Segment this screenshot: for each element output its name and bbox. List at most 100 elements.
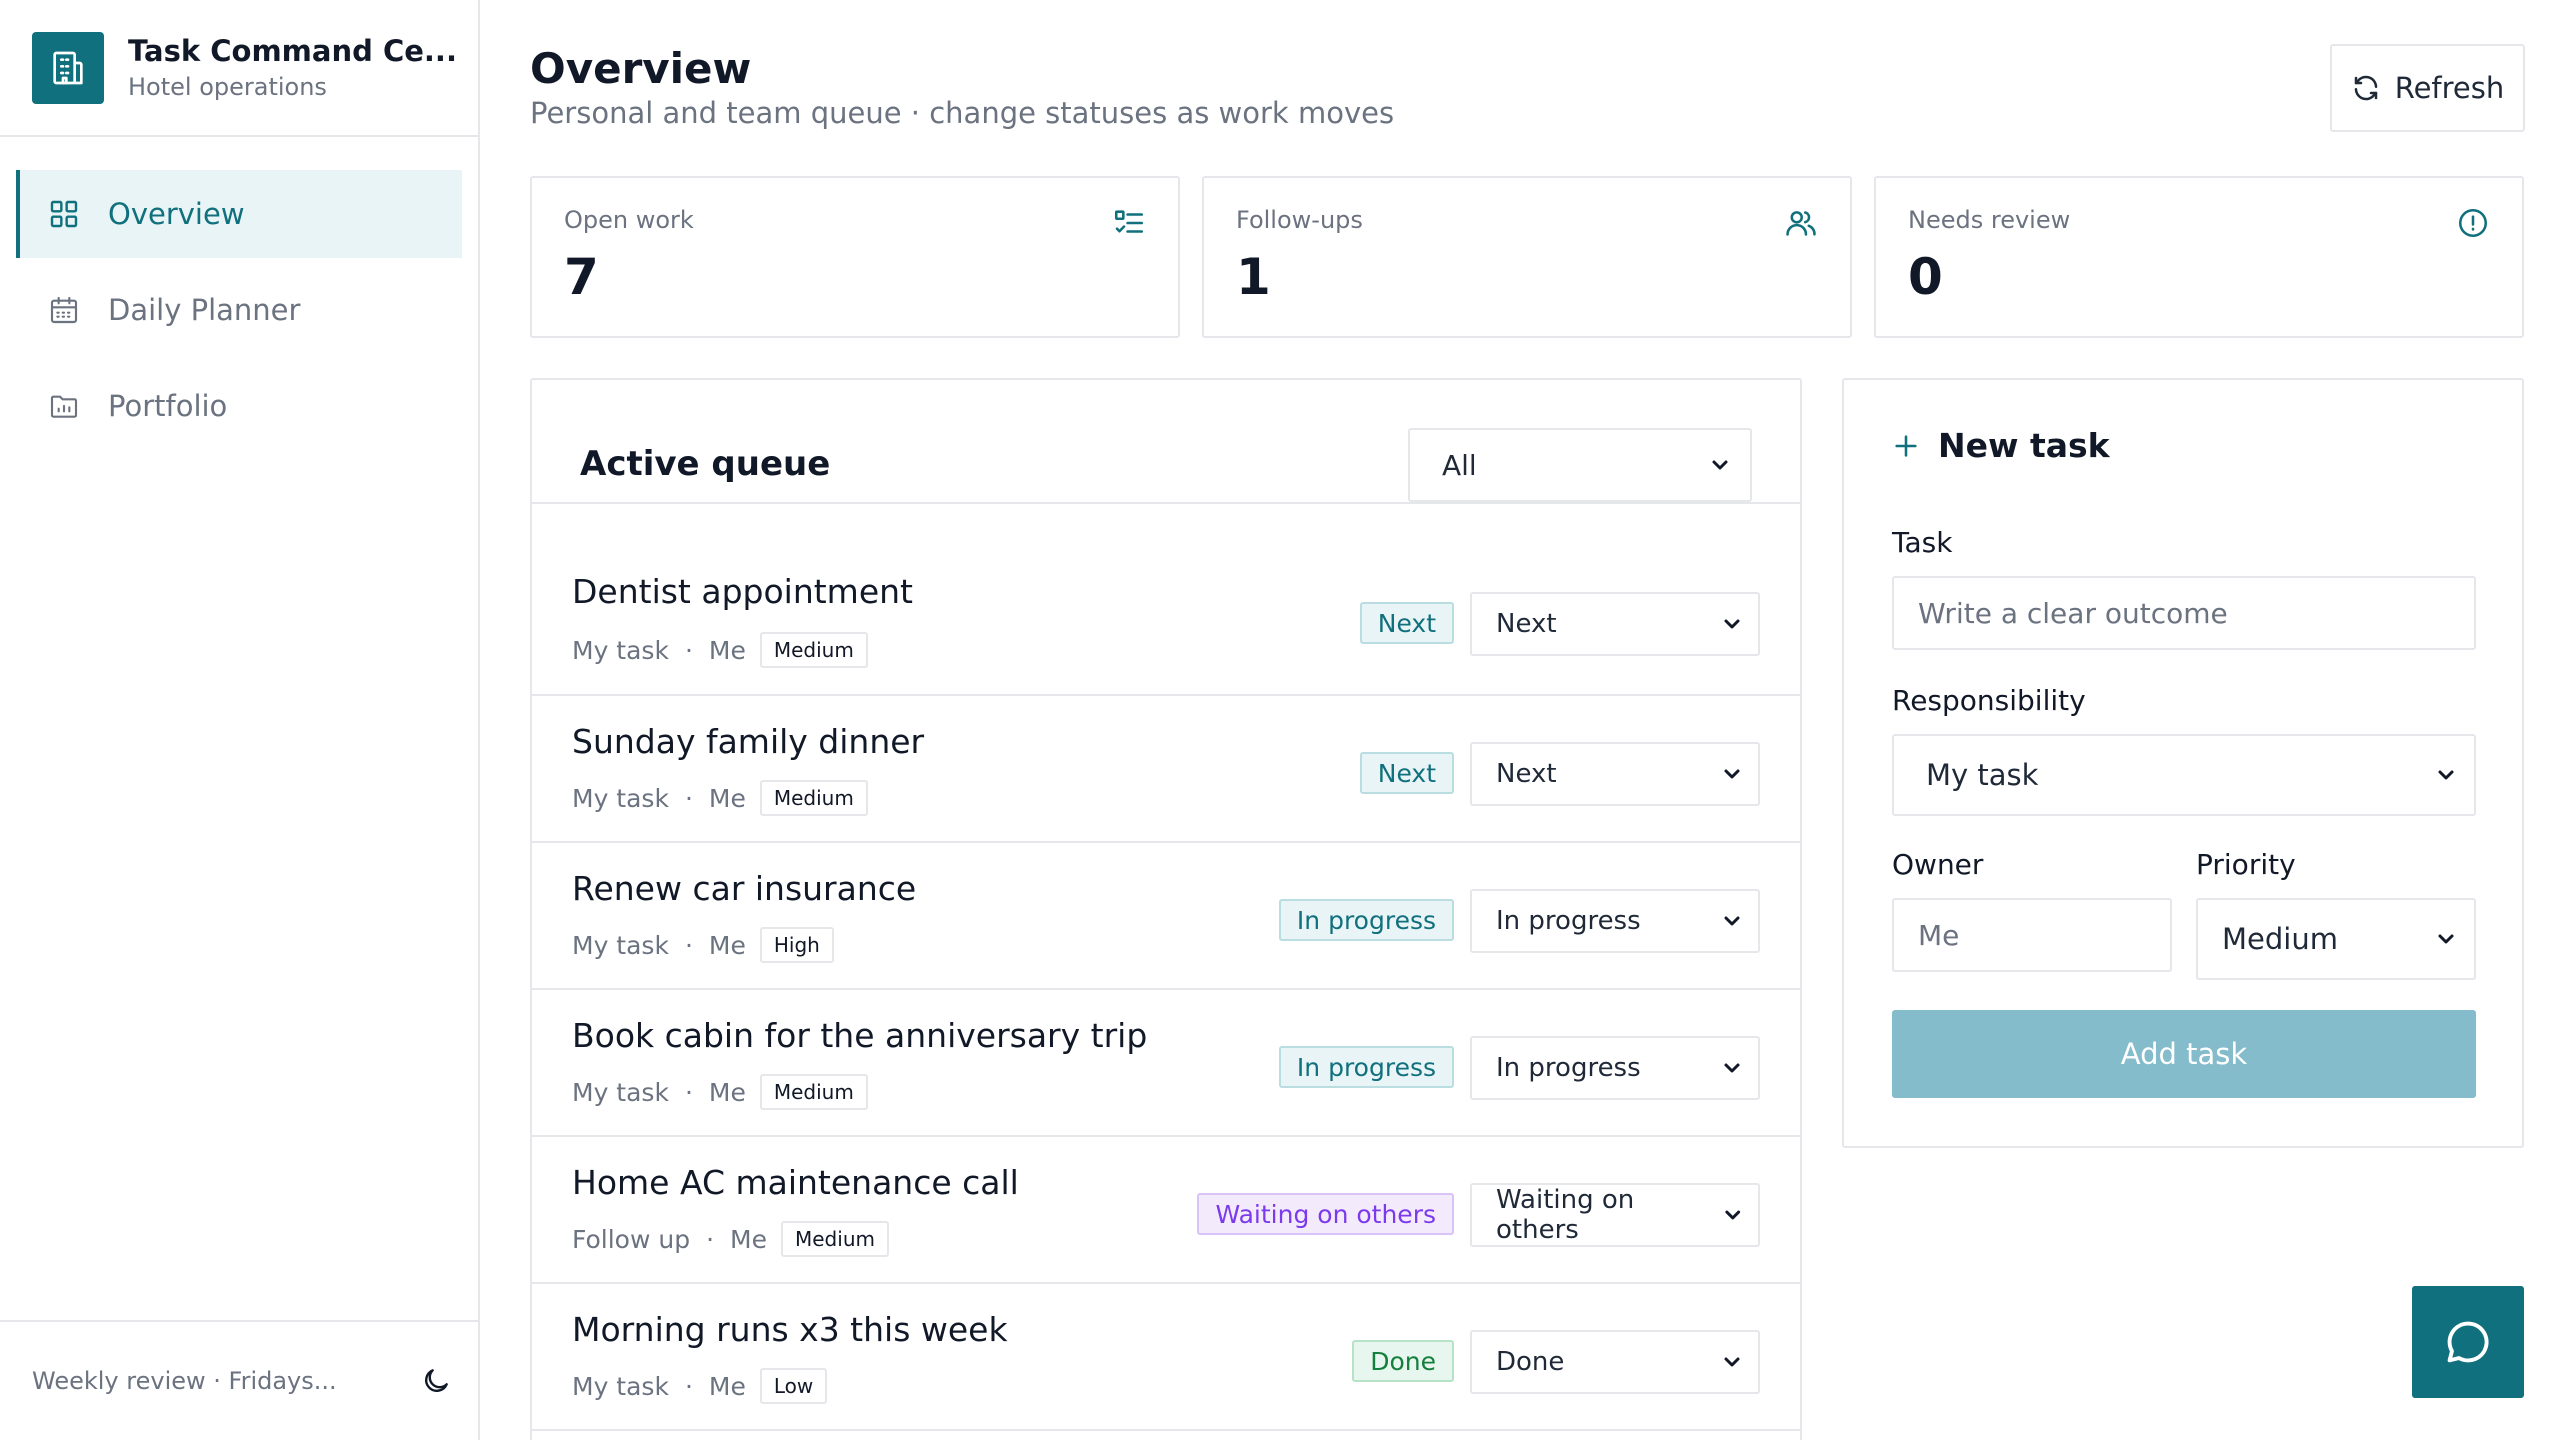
sidebar-item-daily-planner[interactable]: Daily Planner — [16, 266, 462, 354]
task-type: My task — [572, 1077, 669, 1107]
task-meta: My task · Me Medium — [572, 1074, 868, 1110]
chevron-down-icon — [1724, 1210, 1740, 1220]
stats-row: Open work 7 Follow-ups 1 Needs review 0 — [530, 176, 2524, 338]
meta-separator: · — [684, 635, 693, 665]
status-select-value: In progress — [1496, 906, 1641, 936]
grid-icon — [48, 198, 80, 230]
task-owner: Me — [708, 1077, 746, 1107]
status-badge: Waiting on others — [1197, 1193, 1454, 1235]
app-title: Task Command Ce... — [128, 33, 457, 68]
sidebar-footer: Weekly review · Fridays... — [0, 1320, 478, 1440]
alert-circle-icon — [2456, 206, 2490, 240]
task-input[interactable] — [1892, 576, 2476, 650]
chevron-down-icon — [1724, 916, 1740, 926]
sidebar: Task Command Ce... Hotel operations Over… — [0, 0, 480, 1440]
task-type: My task — [572, 783, 669, 813]
priority-badge: Medium — [759, 632, 868, 668]
sidebar-item-overview[interactable]: Overview — [16, 170, 462, 258]
task-label: Task — [1892, 526, 1953, 559]
status-badge: Next — [1359, 602, 1454, 644]
status-select-value: Done — [1496, 1347, 1565, 1377]
task-owner: Me — [708, 635, 746, 665]
task-owner: Me — [708, 930, 746, 960]
status-select[interactable]: Next — [1470, 742, 1760, 806]
owner-input[interactable] — [1892, 898, 2172, 972]
stat-label: Open work — [564, 206, 694, 234]
stat-label: Needs review — [1908, 206, 2071, 234]
priority-badge: Low — [759, 1368, 828, 1404]
building-icon — [32, 31, 104, 104]
calendar-icon — [48, 294, 80, 326]
task-type: My task — [572, 635, 669, 665]
task-meta: My task · Me High — [572, 927, 834, 963]
moon-icon[interactable] — [416, 1361, 456, 1401]
plus-icon — [1895, 434, 1917, 457]
priority-value: Medium — [2222, 922, 2338, 956]
chevron-down-icon — [1724, 769, 1740, 779]
new-task-panel: New task Task Responsibility My task Own… — [1842, 378, 2524, 1148]
status-badge: In progress — [1278, 899, 1454, 941]
new-task-title: New task — [1938, 426, 2110, 465]
chat-button[interactable] — [2412, 1286, 2524, 1398]
refresh-label: Refresh — [2394, 71, 2505, 105]
folder-chart-icon — [48, 390, 80, 422]
status-select[interactable]: In progress — [1470, 1036, 1760, 1100]
meta-separator: · — [684, 930, 693, 960]
task-title: Sunday family dinner — [572, 722, 925, 761]
status-select-value: In progress — [1496, 1053, 1641, 1083]
sidebar-item-label: Overview — [108, 197, 245, 231]
refresh-icon — [2354, 75, 2377, 101]
queue-header: Active queue All — [532, 380, 1800, 504]
task-owner: Me — [730, 1224, 767, 1254]
refresh-button[interactable]: Refresh — [2330, 44, 2525, 132]
status-badge: Done — [1352, 1340, 1454, 1382]
task-owner: Me — [708, 1371, 746, 1401]
task-meta: My task · Me Medium — [572, 780, 868, 816]
queue-filter-select[interactable]: All — [1408, 428, 1752, 502]
priority-select[interactable]: Medium — [2196, 898, 2476, 980]
status-select[interactable]: In progress — [1470, 889, 1760, 953]
chevron-down-icon — [2438, 770, 2454, 780]
responsibility-select[interactable]: My task — [1892, 734, 2476, 816]
chevron-down-icon — [1724, 1357, 1740, 1367]
stat-needs-review: Needs review 0 — [1874, 176, 2524, 338]
owner-label: Owner — [1892, 848, 1984, 881]
table-row: Morning runs x3 this week My task · Me L… — [532, 1284, 1800, 1431]
status-select[interactable]: Next — [1470, 592, 1760, 656]
task-meta: My task · Me Low — [572, 1368, 828, 1404]
status-select[interactable]: Waiting on others — [1470, 1183, 1760, 1247]
table-row: Sunday family dinner My task · Me Medium… — [532, 696, 1800, 843]
meta-separator: · — [684, 1371, 693, 1401]
meta-separator: · — [684, 783, 693, 813]
stat-open-work: Open work 7 — [530, 176, 1180, 338]
stat-value: 7 — [564, 248, 599, 306]
new-task-header: New task — [1892, 426, 2110, 465]
chevron-down-icon — [2438, 934, 2454, 944]
page-subtitle: Personal and team queue · change statuse… — [530, 96, 1395, 130]
queue-title: Active queue — [580, 444, 831, 484]
chevron-down-icon — [1712, 460, 1728, 470]
chevron-down-icon — [1724, 619, 1740, 629]
stat-follow-ups: Follow-ups 1 — [1202, 176, 1852, 338]
stat-value: 0 — [1908, 248, 1943, 306]
task-meta: My task · Me Medium — [572, 632, 868, 668]
task-meta: Follow up · Me Medium — [572, 1221, 889, 1257]
status-select-value: Waiting on others — [1496, 1185, 1635, 1245]
task-title: Renew car insurance — [572, 869, 917, 908]
meta-separator: · — [706, 1224, 715, 1254]
add-task-button[interactable]: Add task — [1892, 1010, 2476, 1098]
task-type: Follow up — [572, 1224, 691, 1254]
status-badge: Next — [1359, 752, 1454, 794]
sidebar-nav: Overview Daily Planner Portfolio — [0, 137, 478, 450]
task-type: My task — [572, 1371, 669, 1401]
task-list: Dentist appointment My task · Me Medium … — [532, 566, 1800, 1431]
sidebar-item-portfolio[interactable]: Portfolio — [16, 362, 462, 450]
queue-filter-value: All — [1442, 448, 1477, 482]
priority-badge: Medium — [759, 1074, 868, 1110]
status-select[interactable]: Done — [1470, 1330, 1760, 1394]
sidebar-item-label: Portfolio — [108, 389, 228, 423]
sidebar-item-label: Daily Planner — [108, 293, 301, 327]
app-subtitle: Hotel operations — [128, 72, 327, 101]
status-select-value: Next — [1496, 609, 1557, 639]
stat-label: Follow-ups — [1236, 206, 1363, 234]
